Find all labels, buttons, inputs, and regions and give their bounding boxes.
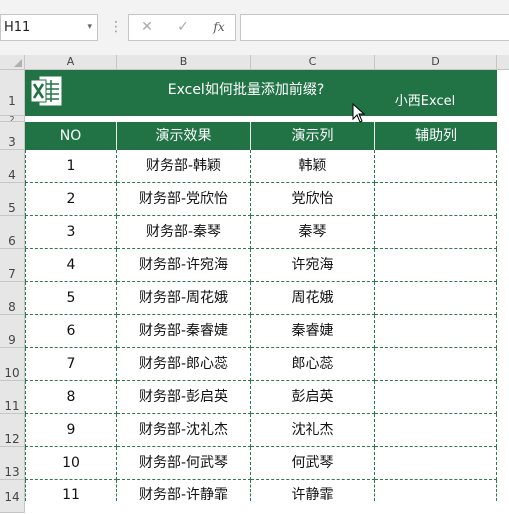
row-header-10[interactable]: 10 xyxy=(0,348,25,381)
cell-aux[interactable] xyxy=(375,381,497,414)
table-header-name: 演示列 xyxy=(251,122,375,150)
row-header-7[interactable]: 7 xyxy=(0,249,25,282)
cell-no[interactable]: 3 xyxy=(25,216,117,249)
cell-name[interactable]: 韩颖 xyxy=(251,150,375,183)
cell-name[interactable]: 许静霏 xyxy=(251,480,375,501)
cell-effect[interactable]: 财务部-彭启英 xyxy=(117,381,251,414)
cell-no[interactable]: 6 xyxy=(25,315,117,348)
cell-name[interactable]: 周花娥 xyxy=(251,282,375,315)
cell-no[interactable]: 4 xyxy=(25,249,117,282)
column-header-e[interactable] xyxy=(497,55,509,70)
name-box[interactable]: H11 ▾ xyxy=(0,14,98,41)
cell-effect[interactable]: 财务部-许静霏 xyxy=(117,480,251,501)
cell-no[interactable]: 2 xyxy=(25,183,117,216)
cell-name[interactable]: 彭启英 xyxy=(251,381,375,414)
row-header-8[interactable]: 8 xyxy=(0,282,25,315)
excel-logo-icon xyxy=(30,76,62,106)
cell-name[interactable]: 秦睿婕 xyxy=(251,315,375,348)
banner-title: Excel如何批量添加前缀? xyxy=(167,82,325,98)
cell-effect[interactable]: 财务部-秦琴 xyxy=(117,216,251,249)
cell-name[interactable]: 何武琴 xyxy=(251,447,375,480)
cell-aux[interactable] xyxy=(375,480,497,501)
cell-aux[interactable] xyxy=(375,216,497,249)
cell-aux[interactable] xyxy=(375,315,497,348)
row-header-11[interactable]: 11 xyxy=(0,381,25,414)
cell-no[interactable]: 9 xyxy=(25,414,117,447)
column-header-b[interactable]: B xyxy=(117,55,251,70)
cell-no[interactable]: 1 xyxy=(25,150,117,183)
cell-name[interactable]: 党欣怡 xyxy=(251,183,375,216)
row-header-13[interactable]: 13 xyxy=(0,447,25,480)
column-header-c[interactable]: C xyxy=(251,55,375,70)
column-header-a[interactable]: A xyxy=(25,55,117,70)
cell-aux[interactable] xyxy=(375,183,497,216)
cell-aux[interactable] xyxy=(375,414,497,447)
cell-no[interactable]: 7 xyxy=(25,348,117,381)
column-header-d[interactable]: D xyxy=(375,55,497,70)
chevron-down-icon[interactable]: ▾ xyxy=(87,15,92,40)
cell-effect[interactable]: 财务部-秦睿婕 xyxy=(117,315,251,348)
row-header-14[interactable]: 14 xyxy=(0,480,25,513)
name-box-value: H11 xyxy=(4,20,31,35)
row-header-5[interactable]: 5 xyxy=(0,183,25,216)
cell-aux[interactable] xyxy=(375,447,497,480)
cell-effect[interactable]: 财务部-韩颖 xyxy=(117,150,251,183)
table-header-no: NO xyxy=(25,122,117,150)
cell-effect[interactable]: 财务部-周花娥 xyxy=(117,282,251,315)
cell-effect[interactable]: 财务部-郎心蕊 xyxy=(117,348,251,381)
cell-no[interactable]: 10 xyxy=(25,447,117,480)
banner-brand: 小西Excel xyxy=(394,94,456,109)
table-header-aux: 辅助列 xyxy=(375,122,497,150)
cell-aux[interactable] xyxy=(375,150,497,183)
row-header-3[interactable]: 3 xyxy=(0,122,25,150)
cell-no[interactable]: 11 xyxy=(25,480,117,501)
formula-bar-separator-icon: ⋮ xyxy=(109,19,123,35)
cell-aux[interactable] xyxy=(375,348,497,381)
cell-name[interactable]: 郎心蕊 xyxy=(251,348,375,381)
cell-aux[interactable] xyxy=(375,282,497,315)
row-header-6[interactable]: 6 xyxy=(0,216,25,249)
cell-name[interactable]: 秦琴 xyxy=(251,216,375,249)
cell-effect[interactable]: 财务部-沈礼杰 xyxy=(117,414,251,447)
formula-buttons: ✕ ✓ fx xyxy=(128,14,236,41)
row-header-12[interactable]: 12 xyxy=(0,414,25,447)
row-header-4[interactable]: 4 xyxy=(0,150,25,183)
formula-input[interactable] xyxy=(240,14,509,41)
cell-aux[interactable] xyxy=(375,249,497,282)
row-header-9[interactable]: 9 xyxy=(0,315,25,348)
table-header-effect: 演示效果 xyxy=(117,122,251,150)
cell-effect[interactable]: 财务部-许宛海 xyxy=(117,249,251,282)
cell-name[interactable]: 沈礼杰 xyxy=(251,414,375,447)
select-all-button[interactable] xyxy=(0,55,25,70)
cell-no[interactable]: 5 xyxy=(25,282,117,315)
cell-name[interactable]: 许宛海 xyxy=(251,249,375,282)
row-header-1[interactable]: 1 xyxy=(0,70,25,116)
mouse-pointer-icon xyxy=(352,103,366,123)
enter-check-icon[interactable]: ✓ xyxy=(165,15,201,40)
cell-no[interactable]: 8 xyxy=(25,381,117,414)
cell-effect[interactable]: 财务部-何武琴 xyxy=(117,447,251,480)
cancel-icon[interactable]: ✕ xyxy=(129,15,165,40)
insert-function-icon[interactable]: fx xyxy=(201,15,237,40)
cell-effect[interactable]: 财务部-党欣怡 xyxy=(117,183,251,216)
